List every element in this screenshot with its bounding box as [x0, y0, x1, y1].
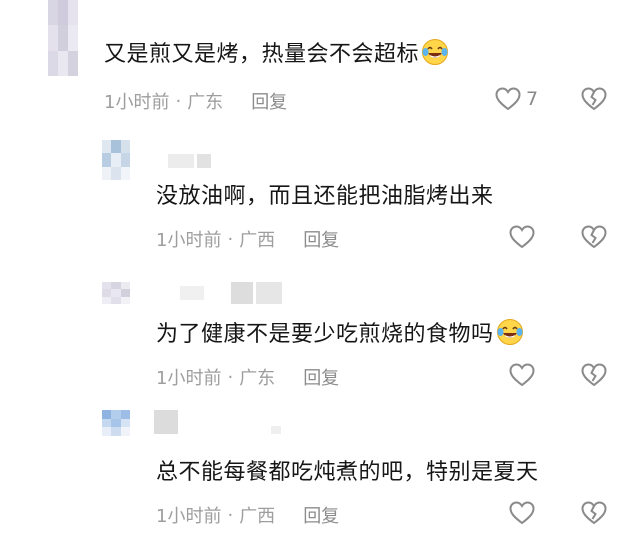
reply-button[interactable]: 回复 [303, 364, 339, 390]
comment-text: 没放油啊，而且还能把油脂烤出来 [156, 182, 494, 212]
avatar[interactable] [48, 0, 78, 76]
comment-text: 为了健康不是要少吃煎烧的食物吗 [156, 318, 524, 355]
comment-item: 总不能每餐都吃炖煮的吧，特别是夏天 1小时前 · 广西 回复 [0, 410, 640, 545]
comment-location: 广东 [187, 92, 224, 113]
comment-meta: 1小时前 · 广东 回复 [156, 364, 339, 390]
heart-outline-icon [508, 224, 536, 250]
heart-outline-icon [494, 86, 522, 112]
reply-button[interactable]: 回复 [303, 226, 339, 252]
broken-heart-icon [580, 86, 608, 112]
comment-item: 为了健康不是要少吃煎烧的食物吗 1小时前 · 广东 回复 [0, 282, 640, 402]
username-redacted [180, 282, 282, 304]
comment-text: 总不能每餐都吃炖煮的吧，特别是夏天 [156, 458, 539, 488]
like-button[interactable] [508, 224, 536, 250]
comment-text-content: 又是煎又是烤，热量会不会超标 [104, 42, 420, 67]
comment-location: 广东 [239, 368, 276, 389]
like-button[interactable] [508, 362, 536, 388]
like-count: 7 [526, 88, 539, 110]
heart-outline-icon [508, 500, 536, 526]
like-button[interactable]: 7 [494, 86, 538, 112]
avatar[interactable] [102, 140, 130, 180]
comment-meta: 1小时前 · 广东 回复 [104, 88, 287, 114]
comment-item: 没放油啊，而且还能把油脂烤出来 1小时前 · 广西 回复 [0, 140, 640, 265]
comment-meta: 1小时前 · 广西 回复 [156, 502, 339, 528]
meta-separator: · [227, 228, 234, 250]
comment-item: 又是煎又是烤，热量会不会超标 1小时前 · 广东 回复 7 [0, 0, 640, 130]
comment-time: 1小时前 [156, 230, 222, 251]
comment-time: 1小时前 [156, 506, 222, 527]
comment-time: 1小时前 [104, 92, 170, 113]
dislike-button[interactable] [580, 362, 608, 388]
comment-text-content: 没放油啊，而且还能把油脂烤出来 [156, 184, 494, 209]
meta-separator: · [227, 366, 234, 388]
comment-time: 1小时前 [156, 368, 222, 389]
avatar[interactable] [102, 282, 130, 304]
laughing-tears-emoji-icon [421, 38, 449, 75]
avatar[interactable] [102, 410, 130, 436]
username-redacted [168, 154, 211, 168]
dislike-button[interactable] [580, 500, 608, 526]
meta-separator: · [227, 504, 234, 526]
dislike-button[interactable] [580, 224, 608, 250]
broken-heart-icon [580, 224, 608, 250]
heart-outline-icon [508, 362, 536, 388]
comment-text: 又是煎又是烤，热量会不会超标 [104, 38, 449, 75]
laughing-tears-emoji-icon [496, 318, 524, 355]
comment-location: 广西 [239, 506, 276, 527]
meta-separator: · [175, 90, 182, 112]
reply-button[interactable]: 回复 [251, 88, 287, 114]
comment-location: 广西 [239, 230, 276, 251]
username-redacted [154, 410, 281, 434]
broken-heart-icon [580, 500, 608, 526]
like-button[interactable] [508, 500, 536, 526]
broken-heart-icon [580, 362, 608, 388]
reply-button[interactable]: 回复 [303, 502, 339, 528]
dislike-button[interactable] [580, 86, 608, 112]
comment-meta: 1小时前 · 广西 回复 [156, 226, 339, 252]
comment-text-content: 为了健康不是要少吃煎烧的食物吗 [156, 322, 494, 347]
comment-text-content: 总不能每餐都吃炖煮的吧，特别是夏天 [156, 460, 539, 485]
